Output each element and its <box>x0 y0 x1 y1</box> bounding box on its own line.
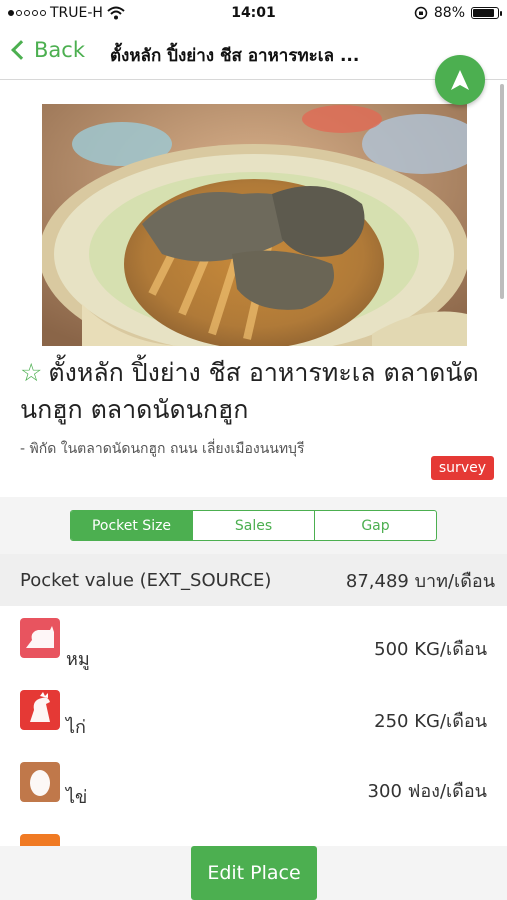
back-button[interactable]: Back <box>10 38 85 62</box>
pocket-label: Pocket value (EXT_SOURCE) <box>20 569 272 591</box>
list-item[interactable]: ไก่ 250 KG/เดือน <box>0 678 507 750</box>
segmented-control: Pocket Size Sales Gap <box>70 510 437 541</box>
partial-item-icon <box>20 834 60 846</box>
item-value: 300 ฟอง/เดือน <box>367 781 487 802</box>
egg-icon <box>20 762 60 802</box>
chevron-left-icon <box>11 40 31 60</box>
place-photo <box>42 104 467 346</box>
rotation-lock-icon <box>414 6 428 20</box>
bottom-action-bar: Edit Place <box>0 846 507 900</box>
list-item[interactable]: หมู 500 KG/เดือน <box>0 606 507 678</box>
segment-area: Pocket Size Sales Gap <box>0 497 507 554</box>
list-item-partial[interactable] <box>0 822 507 846</box>
pocket-value-row: Pocket value (EXT_SOURCE) 87,489 บาท/เดื… <box>0 554 507 606</box>
list-item[interactable]: ไข่ 300 ฟอง/เดือน <box>0 750 507 822</box>
pocket-value: 87,489 บาท/เดือน <box>345 570 495 592</box>
back-label: Back <box>34 38 85 62</box>
status-bar: TRUE-H 14:01 88% <box>0 0 507 28</box>
edit-place-button[interactable]: Edit Place <box>191 846 317 900</box>
survey-badge[interactable]: survey <box>430 456 494 480</box>
chicken-icon <box>20 690 60 730</box>
item-value: 500 KG/เดือน <box>374 639 487 660</box>
battery-fill <box>473 9 495 17</box>
place-title: ตั้งหลัก ปิ้งย่าง ชีส อาหารทะเล ตลาดนัดน… <box>20 358 479 424</box>
tab-sales[interactable]: Sales <box>193 511 315 540</box>
nav-title: ตั้งหลัก ปิ้งย่าง ชีส อาหารทะเล ... <box>110 46 360 66</box>
navigate-button[interactable] <box>435 55 485 105</box>
item-value: 250 KG/เดือน <box>374 711 487 732</box>
tab-pocket-size[interactable]: Pocket Size <box>71 511 193 540</box>
navigation-arrow-icon <box>451 70 469 90</box>
item-label: ไก่ <box>66 717 86 738</box>
status-right: 88% <box>414 5 502 21</box>
item-label: ไข่ <box>66 787 88 808</box>
pig-icon <box>20 618 60 658</box>
place-address: - พิกัด ในตลาดนัดนกฮูก ถนน เลี่ยงเมืองนน… <box>20 441 305 457</box>
item-label: หมู <box>66 649 90 670</box>
place-title-block: ☆ ตั้งหลัก ปิ้งย่าง ชีส อาหารทะเล ตลาดนัด… <box>20 354 490 428</box>
nav-bar: Back ตั้งหลัก ปิ้งย่าง ชีส อาหารทะเล ... <box>0 28 507 80</box>
battery-percent: 88% <box>433 5 465 21</box>
tab-gap[interactable]: Gap <box>315 511 436 540</box>
favorite-star-icon[interactable]: ☆ <box>20 358 42 387</box>
battery-icon <box>471 7 502 19</box>
grill-photo-illustration <box>42 104 467 346</box>
scroll-indicator[interactable] <box>500 84 504 299</box>
